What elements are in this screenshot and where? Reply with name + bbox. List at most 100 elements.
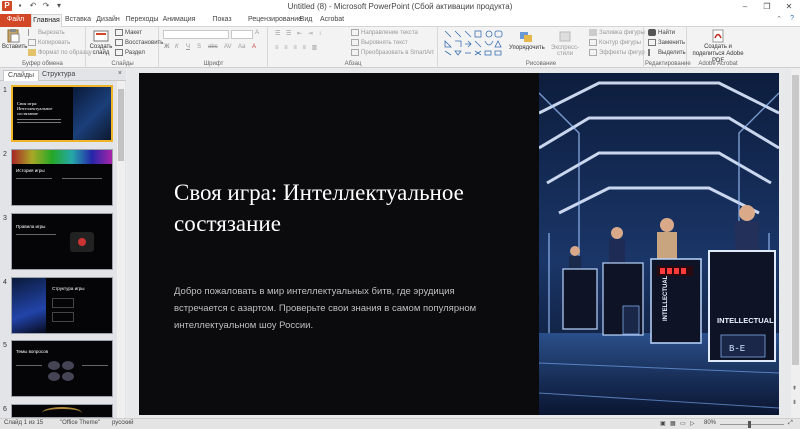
smartart-button[interactable]: Преобразовать в SmartArt	[351, 49, 434, 56]
shape-fill-button[interactable]: Заливка фигуры	[589, 29, 645, 36]
copy-icon	[28, 39, 36, 46]
underline-button[interactable]: Ч	[186, 44, 190, 50]
thumb-image	[12, 278, 46, 333]
tab-view[interactable]: Вид	[299, 14, 313, 27]
layout-icon	[115, 29, 123, 36]
copy-button[interactable]: Копировать	[28, 39, 70, 46]
prev-slide-icon[interactable]: ⇞	[792, 385, 797, 392]
shape-outline-button[interactable]: Контур фигуры	[589, 39, 641, 46]
strikethrough-button[interactable]: abc	[208, 44, 218, 50]
thumb-title: Структура игры	[52, 286, 85, 291]
group-slides: Создать слайд Макет Восстановить Раздел …	[87, 27, 163, 68]
grow-font-icon[interactable]: A	[255, 30, 259, 36]
minimize-button[interactable]: –	[734, 0, 756, 13]
tab-review[interactable]: Рецензирование	[248, 14, 302, 27]
tab-insert[interactable]: Вставка	[64, 14, 92, 27]
tab-slideshow[interactable]: Показ слайдов	[198, 14, 246, 35]
thumb-image	[73, 87, 111, 140]
slide-thumb-2[interactable]: История игры	[11, 149, 113, 206]
slideshow-view-icon[interactable]: ▷	[690, 420, 695, 427]
slide-thumb-6[interactable]	[11, 404, 113, 418]
slide-subtitle[interactable]: Добро пожаловать в мир интеллектуальных …	[174, 283, 504, 334]
current-slide[interactable]: Своя игра: Интеллектуальное состязание Д…	[139, 73, 779, 415]
new-slide-button[interactable]: Создать слайд	[89, 29, 113, 56]
find-button[interactable]: Найти	[648, 29, 675, 36]
replace-button[interactable]: Заменить	[648, 39, 685, 46]
arrange-button[interactable]: Упорядочить	[509, 30, 545, 51]
shapes-gallery[interactable]	[443, 29, 505, 57]
slides-panel: Слайды Структура × 1 Своя игра: Интеллек…	[0, 69, 126, 418]
thumb-shape	[62, 372, 74, 381]
slide-thumb-1[interactable]: Своя игра: Интеллектуальное состязание	[11, 85, 113, 142]
next-slide-icon[interactable]: ⇟	[792, 399, 797, 406]
panel-scrollbar-thumb[interactable]	[118, 89, 124, 161]
normal-view-icon[interactable]: ▣	[660, 420, 666, 427]
tab-home[interactable]: Главная	[31, 14, 62, 27]
canvas-scrollbar-thumb[interactable]	[792, 75, 799, 365]
slide-thumb-4[interactable]: Структура игры	[11, 277, 113, 334]
zoom-slider[interactable]	[720, 424, 784, 425]
tab-outline[interactable]: Структура	[38, 70, 79, 81]
reset-icon	[115, 39, 123, 46]
spacing-icon[interactable]: AV	[224, 44, 232, 50]
quick-styles-button[interactable]: Экспресс-стили	[545, 30, 585, 57]
group-label-acrobat: Adobe Acrobat	[698, 61, 738, 67]
canvas-scrollbar[interactable]: ⇞ ⇟	[791, 69, 800, 418]
thumb-text-line	[16, 178, 52, 179]
paste-icon	[7, 29, 20, 43]
slide-title[interactable]: Своя игра: Интеллектуальное состязание	[174, 177, 514, 239]
select-button[interactable]: Выделить	[648, 49, 686, 56]
group-clipboard: Вставить Вырезать Копировать Формат по о…	[0, 27, 92, 68]
italic-button[interactable]: К	[175, 44, 179, 50]
thumb-button-shape	[78, 238, 86, 246]
group-drawing: Упорядочить Экспресс-стили Заливка фигур…	[439, 27, 645, 68]
slide-thumb-5[interactable]: Темы вопросов	[11, 340, 113, 397]
reset-button[interactable]: Восстановить	[115, 39, 163, 46]
shadow-button[interactable]: S	[197, 44, 201, 50]
font-size-combo[interactable]	[231, 30, 253, 39]
close-button[interactable]: ✕	[778, 0, 800, 13]
font-color-icon[interactable]: A	[252, 44, 256, 50]
sorter-view-icon[interactable]: ▦	[670, 420, 676, 427]
close-panel-icon[interactable]: ×	[118, 70, 122, 77]
section-button[interactable]: Раздел	[115, 49, 145, 56]
align-text-button[interactable]: Выровнять текст	[351, 39, 408, 46]
help-icon[interactable]: ?	[790, 15, 794, 22]
format-painter-button[interactable]: Формат по образцу	[28, 49, 92, 56]
shape-effects-button[interactable]: Эффекты фигур	[589, 49, 645, 56]
zoom-level[interactable]: 80%	[704, 420, 716, 426]
font-name-combo[interactable]	[163, 30, 229, 39]
align-buttons-icon[interactable]: ≡ ≡ ≡ ≡ ▥	[275, 44, 319, 51]
create-pdf-button[interactable]: Создать и поделиться Adobe PDF	[688, 29, 748, 65]
collapse-ribbon-icon[interactable]: ⌃	[776, 15, 782, 23]
list-buttons-icon[interactable]: ☰ ☰ ⇤ ⇥ ↕	[275, 30, 323, 37]
tab-transitions[interactable]: Переходы	[124, 14, 160, 27]
slide-counter: Слайд 1 из 15	[4, 420, 44, 426]
panel-tabs: Слайды Структура ×	[0, 69, 126, 81]
group-paragraph: ☰ ☰ ⇤ ⇥ ↕ ≡ ≡ ≡ ≡ ▥ Направление текста В…	[269, 27, 438, 68]
cut-button[interactable]: Вырезать	[28, 29, 65, 36]
panel-scrollbar[interactable]	[117, 81, 125, 418]
layout-button[interactable]: Макет	[115, 29, 142, 36]
reading-view-icon[interactable]: ▭	[680, 420, 686, 427]
paste-button[interactable]: Вставить	[2, 29, 27, 50]
tab-slides[interactable]: Слайды	[3, 70, 40, 81]
language-indicator[interactable]: русский	[112, 420, 134, 426]
fit-to-window-icon[interactable]: ⤢	[788, 420, 793, 427]
text-direction-button[interactable]: Направление текста	[351, 29, 418, 36]
tab-animation[interactable]: Анимация	[162, 14, 196, 27]
tab-acrobat[interactable]: Acrobat	[318, 14, 346, 27]
tab-design[interactable]: Дизайн	[95, 14, 121, 27]
bold-button[interactable]: Ж	[164, 44, 169, 50]
group-label-font: Шрифт	[203, 61, 224, 67]
thumb-image	[48, 361, 76, 381]
slide-thumb-3[interactable]: Правила игры	[11, 213, 113, 270]
group-label-drawing: Рисование	[525, 61, 557, 67]
maximize-button[interactable]: ❐	[756, 0, 778, 13]
zoom-slider-thumb[interactable]	[748, 421, 751, 428]
change-case-icon[interactable]: Aa	[238, 44, 245, 50]
tab-file[interactable]: Файл	[0, 14, 31, 27]
status-bar: Слайд 1 из 15 "Office Theme" русский ▣ ▦…	[0, 418, 800, 429]
theme-name[interactable]: "Office Theme"	[60, 420, 100, 426]
window-controls: – ❐ ✕	[734, 0, 800, 13]
